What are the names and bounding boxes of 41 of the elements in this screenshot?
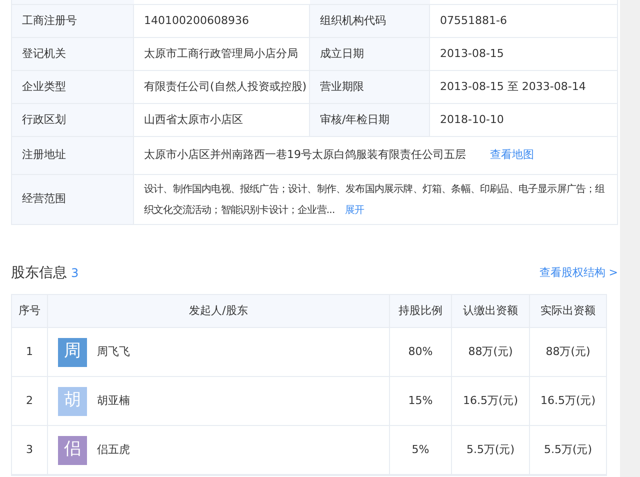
field-value: 太原市小店区并州南路西一巷19号太原白鸽服装有限责任公司五层: [144, 147, 466, 164]
shareholder-name[interactable]: 胡亚楠: [97, 392, 130, 410]
column-header: 认缴出资额: [452, 295, 530, 327]
field-value: 2013-08-15 至 2033-08-14: [430, 71, 618, 103]
field-label: 工商注册号: [12, 5, 134, 37]
table-cell-text: 16.5万(元): [539, 392, 597, 409]
shareholder-count: 3: [71, 264, 79, 282]
table-cell-text: 88万(元): [544, 344, 592, 360]
field-label: 企业类型: [12, 71, 134, 103]
table-cell: 80%: [390, 328, 452, 376]
shareholder-name[interactable]: 周飞飞: [97, 344, 130, 360]
avatar: 胡: [58, 386, 87, 416]
table-cell: 2: [12, 377, 48, 425]
table-cell: 1: [12, 328, 48, 376]
column-header: 实际出资额: [540, 302, 596, 319]
table-cell: 16.5万(元): [452, 377, 530, 425]
column-header: 发起人/股东: [48, 295, 390, 327]
avatar: 周: [58, 338, 87, 366]
field-label: 组织机构代码: [310, 5, 430, 37]
table-cell: 5.5万(元): [452, 426, 530, 474]
table-cell: 15%: [390, 377, 452, 425]
field-label: 注册地址: [12, 137, 134, 174]
section-title: 股东信息: [11, 264, 67, 282]
field-label: 行政区划: [12, 104, 134, 136]
table-cell-text: 5.5万(元): [542, 442, 594, 458]
field-label: 审核/年检日期: [310, 104, 430, 136]
field-value: 2013-08-15: [430, 38, 618, 70]
field-value: 07551881-6: [430, 5, 618, 37]
field-label: 登记机关: [12, 38, 134, 70]
table-cell: 3: [12, 426, 48, 474]
table-cell: 5%: [390, 426, 452, 474]
field-label: 营业期限: [310, 71, 430, 103]
field-value: 设计、制作国内电视、报纸广告；设计、制作、发布国内展示牌、灯箱、条幅、印刷品、电子显示屏广告；组织文化交流活动；智能识别卡设计；企业营... 展开: [144, 182, 606, 218]
field-value: 2018-10-10: [430, 104, 618, 136]
field-label: 经营范围: [12, 175, 134, 224]
avatar: 侣: [58, 436, 87, 464]
table-cell: 88万(元): [452, 328, 530, 376]
shareholder-name[interactable]: 侣五虎: [97, 442, 130, 458]
column-header: 持股比例: [390, 295, 452, 327]
field-label: 成立日期: [310, 38, 430, 70]
column-header: 序号: [12, 295, 48, 327]
